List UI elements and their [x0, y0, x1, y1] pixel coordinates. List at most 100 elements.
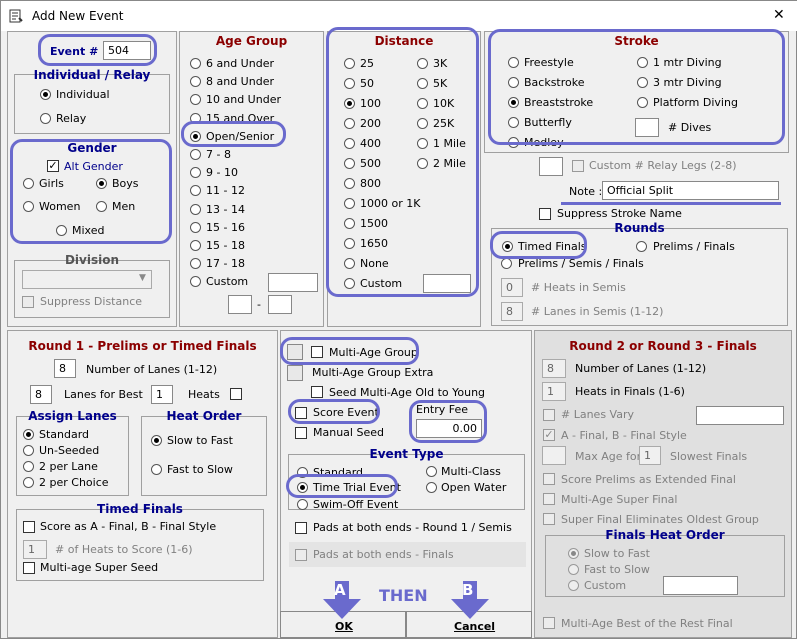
slowest-finals-input[interactable]: 1 [639, 446, 661, 465]
heats-label: Heats [188, 388, 220, 401]
round1-title: Round 1 - Prelims or Timed Finals [28, 339, 257, 353]
individual-relay-title: Individual / Relay [33, 68, 151, 82]
super-final-checkbox[interactable] [543, 493, 555, 505]
pads-finals-checkbox[interactable] [295, 549, 307, 561]
lanes-in-semis-input[interactable]: 8 [501, 302, 523, 321]
multi-age-extra-label: Multi-Age Group Extra [312, 366, 434, 379]
swim-off-label: Swim-Off Event [313, 498, 399, 511]
prelims-semis-finals-radio[interactable] [501, 258, 512, 269]
heats-in-semis-input[interactable]: 0 [501, 278, 523, 297]
age-range-to[interactable] [268, 295, 292, 314]
17-18-label: 17 - 18 [206, 257, 245, 271]
slow-to-fast-radio[interactable] [568, 548, 579, 559]
open-water-radio[interactable] [426, 482, 437, 493]
ab-final-checkbox[interactable]: ✓ [543, 429, 555, 441]
app-icon [9, 9, 23, 23]
score-prelims-checkbox[interactable] [543, 473, 555, 485]
division-title: Division [64, 253, 120, 267]
lanes-in-semis-label: # Lanes in Semis (1-12) [531, 305, 664, 318]
7-8-radio[interactable] [190, 149, 201, 160]
chevron-down-icon[interactable]: ▼ [139, 273, 146, 283]
15-16-radio[interactable] [190, 221, 201, 233]
9-10-label: 9 - 10 [206, 166, 238, 180]
multi-class-radio[interactable] [426, 466, 437, 477]
un-seeded-radio[interactable] [23, 445, 34, 456]
division-group [14, 260, 170, 318]
11-12-label: 11 - 12 [206, 184, 245, 198]
fast-to-slow-radio[interactable] [568, 564, 579, 575]
fast-to-slow-label: Fast to Slow [167, 463, 233, 476]
15-18-radio[interactable] [190, 240, 201, 251]
heat-order-title: Heat Order [166, 409, 242, 423]
prelims-finals-radio[interactable] [636, 241, 647, 252]
age-group-title: Age Group [215, 34, 288, 48]
seed-old-checkbox[interactable] [311, 386, 323, 398]
lanes-vary-label: # Lanes Vary [561, 408, 634, 421]
timed-finals-title: Timed Finals [97, 502, 183, 516]
annotation-stroke [488, 29, 785, 145]
close-icon[interactable]: ✕ [773, 7, 785, 23]
custom-radio[interactable] [568, 580, 579, 591]
finals-custom-input[interactable] [663, 576, 738, 595]
15-18-label: 15 - 18 [206, 239, 245, 252]
annotation-entry-fee [409, 400, 487, 443]
add-new-event-dialog: Add New Event ✕ Event # : 504 Individual… [0, 0, 797, 639]
standard-radio[interactable] [23, 429, 34, 440]
lanes-vary-checkbox[interactable] [543, 409, 555, 421]
slow-to-fast-label: Slow to Fast [584, 547, 650, 560]
pads-finals-label: Pads at both ends - Finals [313, 548, 454, 561]
finals-lanes-input[interactable]: 8 [542, 359, 566, 378]
manual-seed-checkbox[interactable] [295, 427, 307, 439]
assign-lanes-title: Assign Lanes [28, 409, 117, 423]
8-and-under-label: 8 and Under [206, 75, 274, 89]
6-and-under-label: 6 and Under [206, 57, 274, 70]
lanes-vary-input[interactable] [696, 406, 784, 425]
multi-age-extra-button[interactable] [287, 365, 303, 381]
annotation-a: A [334, 581, 346, 599]
relay-legs-input[interactable] [539, 157, 563, 176]
age-range-from[interactable] [228, 295, 252, 314]
suppress-stroke-checkbox[interactable] [539, 208, 551, 220]
annotation-then: THEN [379, 586, 428, 605]
6-and-under-radio[interactable] [190, 58, 201, 69]
heats-checkbox[interactable] [230, 388, 242, 400]
event-type-title: Event Type [369, 447, 444, 461]
heats-input[interactable]: 1 [151, 385, 173, 404]
round1-lanes-input[interactable]: 8 [54, 359, 76, 378]
2-per-lane-radio[interactable] [23, 461, 34, 472]
annotation-multi-age [280, 337, 419, 365]
lanes-for-best-input[interactable]: 8 [30, 385, 52, 404]
note-input[interactable]: Official Split [602, 181, 779, 200]
7-8-label: 7 - 8 [206, 148, 231, 161]
annotation-timed-finals [490, 231, 587, 259]
relay-radio[interactable] [40, 113, 51, 124]
eliminates-label: Super Final Eliminates Oldest Group [561, 513, 759, 526]
swim-off-radio[interactable] [297, 499, 308, 510]
note-label: Note : [569, 185, 603, 198]
suppress-distance-checkbox[interactable] [22, 296, 34, 308]
score-ab-checkbox[interactable] [23, 521, 35, 533]
slow-to-fast-radio[interactable] [151, 435, 162, 446]
super-seed-checkbox[interactable] [23, 562, 35, 574]
2-per-choice-radio[interactable] [23, 477, 34, 488]
annotation-time-trial [286, 474, 398, 498]
heats-to-score-input[interactable]: 1 [23, 540, 47, 559]
max-age-input[interactable] [542, 446, 566, 465]
13-14-radio[interactable] [190, 203, 201, 215]
heats-in-finals-label: Heats in Finals (1-6) [575, 385, 685, 398]
custom-label: Custom [584, 579, 627, 592]
heats-in-finals-input[interactable]: 1 [542, 382, 566, 401]
2-per-choice-label: 2 per Choice [39, 476, 109, 489]
fast-to-slow-radio[interactable] [151, 464, 162, 475]
super-final-label: Multi-Age Super Final [561, 493, 678, 506]
pads-r1-checkbox[interactable] [295, 522, 307, 534]
best-rest-checkbox[interactable] [543, 617, 555, 629]
eliminates-checkbox[interactable] [543, 513, 555, 525]
age-custom-input[interactable] [268, 273, 318, 292]
heats-in-semis-label: # Heats in Semis [531, 281, 626, 294]
age-range-separator: - [257, 298, 261, 311]
individual-radio[interactable] [40, 89, 51, 100]
division-select[interactable] [22, 270, 152, 289]
relay-legs-checkbox[interactable] [572, 160, 584, 172]
ab-final-label: A - Final, B - Final Style [561, 429, 687, 442]
